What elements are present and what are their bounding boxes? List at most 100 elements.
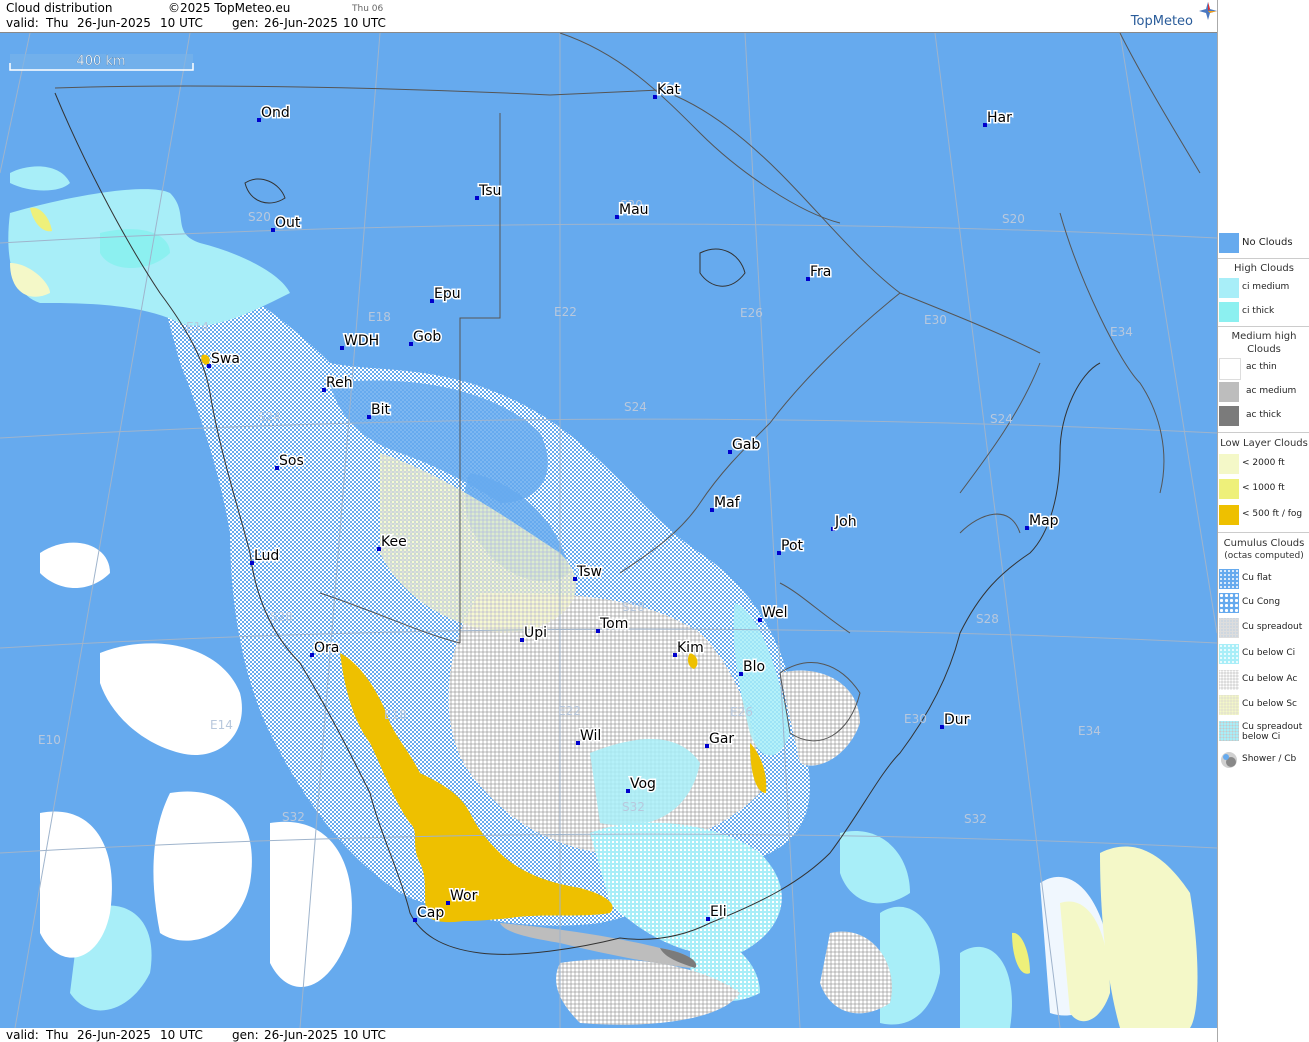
map-canvas: S20 S20 S20 S24 S24 S24 S28 S28 S28 S32 … bbox=[0, 33, 1217, 1028]
legend-cu-cong: Cu Cong bbox=[1218, 592, 1309, 614]
grid-label: S32 bbox=[964, 812, 987, 826]
city-label-cap: Cap bbox=[417, 905, 444, 921]
valid-date: 26-Jun-2025 bbox=[77, 16, 151, 30]
grid-label: S24 bbox=[990, 412, 1013, 426]
scale-label: 400 km bbox=[76, 54, 125, 69]
grid-label: S32 bbox=[622, 800, 645, 814]
legend-swatch bbox=[1219, 233, 1239, 253]
legend-ac-thin: ac thin bbox=[1218, 357, 1309, 380]
grid-label: E10 bbox=[38, 733, 61, 747]
copyright: ©2025 TopMeteo.eu bbox=[168, 1, 291, 15]
city-label-ond: Ond bbox=[261, 105, 290, 121]
legend-cu-title: Cumulus Clouds bbox=[1223, 538, 1305, 549]
city-label-gob: Gob bbox=[413, 329, 441, 345]
legend-label: No Clouds bbox=[1242, 237, 1293, 248]
city-label-pot: Pot bbox=[781, 538, 804, 554]
legend-medium-title: Medium high Clouds bbox=[1231, 331, 1297, 355]
city-label-kee: Kee bbox=[381, 534, 407, 550]
scale-bar: 400 km bbox=[9, 54, 194, 71]
city-label-wdh: WDH bbox=[344, 333, 379, 349]
city-label-map: Map bbox=[1029, 513, 1059, 529]
city-label-tom: Tom bbox=[599, 616, 628, 632]
valid-day: Thu bbox=[46, 16, 69, 30]
header-bar: Cloud distribution ©2025 TopMeteo.eu Thu… bbox=[0, 0, 1217, 33]
city-label-out: Out bbox=[275, 215, 301, 231]
grid-label: E34 bbox=[1078, 724, 1101, 738]
city-label-epu: Epu bbox=[434, 286, 461, 302]
legend-ci-thick: ci thick bbox=[1218, 301, 1309, 323]
valid-label: valid: bbox=[6, 16, 39, 30]
city-label-tsw: Tsw bbox=[576, 564, 602, 580]
footer-gen-time: 10 UTC bbox=[343, 1028, 386, 1042]
city-label-gar: Gar bbox=[709, 731, 734, 747]
grid-label: E18 bbox=[384, 708, 407, 722]
grid-label: E26 bbox=[740, 306, 763, 320]
city-label-lud: Lud bbox=[254, 548, 279, 564]
grid-label: E14 bbox=[186, 320, 209, 334]
cloud-map[interactable]: S20 S20 S20 S24 S24 S24 S28 S28 S28 S32 … bbox=[0, 33, 1217, 1028]
footer-valid-label: valid: bbox=[6, 1028, 39, 1042]
city-label-eli: Eli bbox=[710, 904, 727, 920]
gen-date: 26-Jun-2025 bbox=[264, 16, 338, 30]
legend-ac-thick: ac thick bbox=[1218, 405, 1309, 427]
legend-shower-cb: Shower / Cb bbox=[1218, 749, 1309, 771]
grid-label: E22 bbox=[558, 704, 581, 718]
grid-label: S20 bbox=[248, 210, 271, 224]
footer-valid-day: Thu bbox=[46, 1028, 69, 1042]
day-code: Thu 06 bbox=[352, 4, 384, 14]
legend-cu-below-ci: Cu below Ci bbox=[1218, 643, 1309, 665]
grid-label: E30 bbox=[924, 313, 947, 327]
grid-label: E26 bbox=[730, 705, 753, 719]
legend-panel: No Clouds High Clouds ci medium ci thick… bbox=[1217, 0, 1309, 1042]
compass-star-icon bbox=[1199, 2, 1217, 20]
legend-cu-flat: Cu flat bbox=[1218, 568, 1309, 590]
city-label-kim: Kim bbox=[677, 640, 704, 656]
city-label-mau: Mau bbox=[619, 202, 649, 218]
city-label-upi: Upi bbox=[524, 625, 547, 641]
city-label-ora: Ora bbox=[314, 640, 339, 656]
grid-label: E14 bbox=[210, 718, 233, 732]
grid-label: S28 bbox=[976, 612, 999, 626]
grid-label: S28 bbox=[622, 600, 645, 614]
city-label-wel: Wel bbox=[762, 605, 788, 621]
grid-label: S24 bbox=[624, 400, 647, 414]
city-label-dur: Dur bbox=[944, 712, 970, 728]
footer-valid-date: 26-Jun-2025 bbox=[77, 1028, 151, 1042]
footer-gen-label: gen: bbox=[232, 1028, 259, 1042]
city-label-gab: Gab bbox=[732, 437, 760, 453]
grid-label: S24 bbox=[258, 410, 281, 424]
city-label-wil: Wil bbox=[580, 728, 601, 744]
valid-time: 10 UTC bbox=[160, 16, 203, 30]
legend-low-500: < 500 ft / fog bbox=[1218, 504, 1309, 526]
legend-cu-below-sc: Cu below Sc bbox=[1218, 694, 1309, 716]
city-label-reh: Reh bbox=[326, 375, 353, 391]
grid-label: E22 bbox=[554, 305, 577, 319]
city-label-har: Har bbox=[987, 110, 1012, 126]
legend-high-title: High Clouds bbox=[1234, 263, 1294, 274]
grid-label: E18 bbox=[368, 310, 391, 324]
legend-cu-below-ac: Cu below Ac bbox=[1218, 669, 1309, 691]
city-label-fra: Fra bbox=[810, 264, 831, 280]
footer-gen-date: 26-Jun-2025 bbox=[264, 1028, 338, 1042]
shower-icon bbox=[1221, 752, 1237, 768]
legend-low-2000: < 2000 ft bbox=[1218, 453, 1309, 475]
city-label-bit: Bit bbox=[371, 402, 390, 418]
product-title: Cloud distribution bbox=[6, 1, 113, 15]
grid-label: S28 bbox=[270, 610, 293, 624]
footer-bar: valid: Thu 26-Jun-2025 10 UTC gen: 26-Ju… bbox=[0, 1028, 1217, 1042]
grid-label: E30 bbox=[904, 712, 927, 726]
city-label-maf: Maf bbox=[714, 495, 741, 511]
grid-label: S32 bbox=[282, 810, 305, 824]
city-label-swa: Swa bbox=[211, 351, 240, 367]
brand-logo: TopMeteo bbox=[1130, 14, 1193, 29]
cumulus-field bbox=[150, 253, 860, 926]
legend-cu-subtitle: (octas computed) bbox=[1224, 551, 1304, 561]
city-label-wor: Wor bbox=[450, 888, 478, 904]
city-label-tsu: Tsu bbox=[478, 183, 501, 199]
city-label-joh: Joh bbox=[834, 514, 857, 530]
city-label-sos: Sos bbox=[279, 453, 304, 469]
legend-low-1000: < 1000 ft bbox=[1218, 478, 1309, 500]
grid-label: S20 bbox=[1002, 212, 1025, 226]
city-label-vog: Vog bbox=[630, 776, 656, 792]
legend-ci-medium: ci medium bbox=[1218, 277, 1309, 299]
